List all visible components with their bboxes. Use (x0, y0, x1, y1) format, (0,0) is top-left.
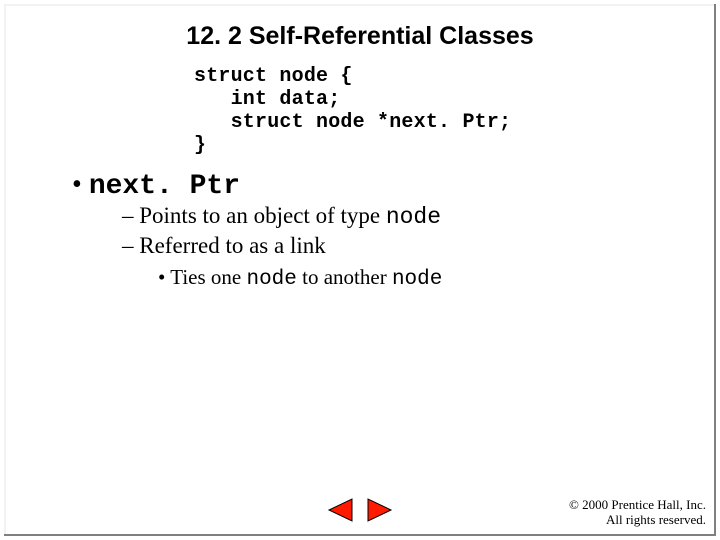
bullet-term: next. Ptr (89, 171, 240, 202)
copyright: © 2000 Prentice Hall, Inc. All rights re… (569, 497, 706, 528)
sub-mono-1: node (246, 268, 296, 291)
sub-text-pre: Ties one (165, 265, 246, 289)
dash-marker: – (122, 203, 134, 228)
dash-mono-node: node (386, 204, 441, 230)
next-button[interactable] (366, 497, 394, 528)
triangle-right-icon (366, 497, 394, 523)
copyright-line2: All rights reserved. (569, 512, 706, 528)
dash-marker: – (122, 233, 134, 258)
bullet-nextptr: • next. Ptr (72, 169, 694, 202)
slide-title: 12. 2 Self-Referential Classes (26, 22, 694, 51)
sub-mono-2: node (392, 268, 442, 291)
code-block: struct node { int data; struct node *nex… (194, 65, 694, 157)
nav-controls (326, 497, 394, 528)
dash-referred-link: – Referred to as a link (122, 232, 694, 261)
dash-points-to: – Points to an object of type node (122, 202, 694, 232)
dash-text: Referred to as a link (134, 233, 326, 258)
sub-text-mid: to another (297, 265, 392, 289)
copyright-line1: © 2000 Prentice Hall, Inc. (569, 497, 706, 513)
sub-bullet-ties: • Ties one node to another node (158, 265, 694, 291)
triangle-left-icon (326, 497, 354, 523)
dash-text: Points to an object of type (134, 203, 386, 228)
prev-button[interactable] (326, 497, 354, 528)
bullet-marker: • (72, 169, 82, 200)
